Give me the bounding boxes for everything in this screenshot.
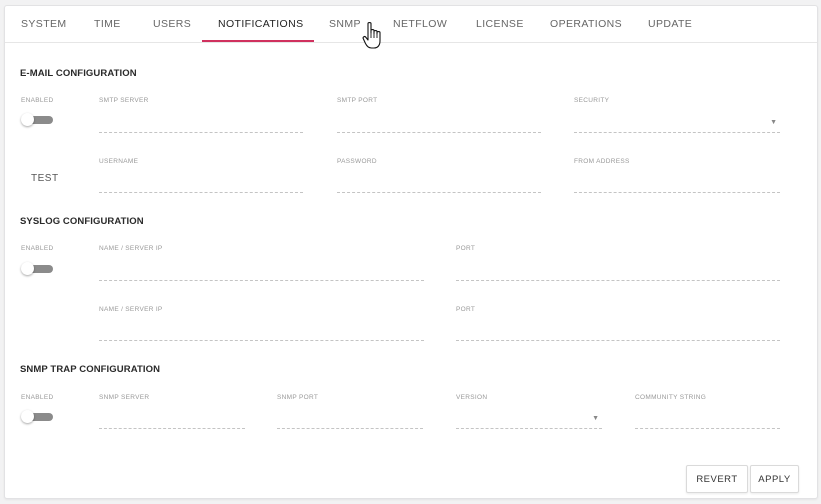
revert-button[interactable]: REVERT <box>686 465 748 493</box>
username-label: USERNAME <box>99 158 139 165</box>
tab-users[interactable]: USERS <box>153 18 191 30</box>
smtp-port-label: SMTP PORT <box>337 97 378 104</box>
password-label: PASSWORD <box>337 158 377 165</box>
security-label: SECURITY <box>574 97 610 104</box>
from-address-label: FROM ADDRESS <box>574 158 630 165</box>
syslog-section-title: SYSLOG CONFIGURATION <box>20 216 144 227</box>
syslog-server-1-label: NAME / SERVER IP <box>99 245 163 252</box>
username-input[interactable] <box>99 178 303 193</box>
syslog-enabled-label: ENABLED <box>21 245 54 252</box>
toggle-knob <box>21 410 34 423</box>
toggle-knob <box>21 113 34 126</box>
snmp-trap-enabled-toggle[interactable] <box>21 410 53 423</box>
syslog-port-1-input[interactable] <box>456 266 780 281</box>
community-string-label: COMMUNITY STRING <box>635 394 707 401</box>
syslog-port-2-label: PORT <box>456 306 476 313</box>
tab-update[interactable]: UPDATE <box>648 18 692 30</box>
syslog-port-2-input[interactable] <box>456 326 780 341</box>
tab-notifications[interactable]: NOTIFICATIONS <box>218 18 304 30</box>
smtp-port-input[interactable] <box>337 118 541 133</box>
tab-time[interactable]: TIME <box>94 18 121 30</box>
notifications-panel: SYSTEM TIME USERS NOTIFICATIONS SNMP NET… <box>4 5 818 499</box>
syslog-server-2-label: NAME / SERVER IP <box>99 306 163 313</box>
snmp-port-input[interactable] <box>277 414 423 429</box>
tab-bar: SYSTEM TIME USERS NOTIFICATIONS SNMP NET… <box>5 6 817 43</box>
email-test-button[interactable]: TEST <box>31 173 59 184</box>
tab-license[interactable]: LICENSE <box>476 18 524 30</box>
apply-button[interactable]: APPLY <box>750 465 799 493</box>
snmp-server-label: SNMP SERVER <box>99 394 150 401</box>
tab-snmp[interactable]: SNMP <box>329 18 361 30</box>
email-enabled-label: ENABLED <box>21 97 54 104</box>
from-address-input[interactable] <box>574 178 780 193</box>
snmp-trap-section-title: SNMP TRAP CONFIGURATION <box>20 364 161 375</box>
syslog-server-1-input[interactable] <box>99 266 424 281</box>
snmp-server-input[interactable] <box>99 414 245 429</box>
hand-pointer-icon <box>362 21 381 49</box>
tab-netflow[interactable]: NETFLOW <box>393 18 447 30</box>
snmp-trap-enabled-label: ENABLED <box>21 394 54 401</box>
version-select[interactable]: ▼ <box>456 414 602 429</box>
community-string-input[interactable] <box>635 414 780 429</box>
tab-system[interactable]: SYSTEM <box>21 18 67 30</box>
active-tab-indicator <box>202 40 314 42</box>
snmp-port-label: SNMP PORT <box>277 394 319 401</box>
tab-operations[interactable]: OPERATIONS <box>550 18 622 30</box>
email-enabled-toggle[interactable] <box>21 113 53 126</box>
password-input[interactable] <box>337 178 541 193</box>
security-select[interactable]: ▼ <box>574 118 780 133</box>
chevron-down-icon: ▼ <box>592 415 599 422</box>
syslog-port-1-label: PORT <box>456 245 476 252</box>
email-section-title: E-MAIL CONFIGURATION <box>20 68 137 79</box>
syslog-server-2-input[interactable] <box>99 326 424 341</box>
smtp-server-input[interactable] <box>99 118 303 133</box>
version-label: VERSION <box>456 394 488 401</box>
smtp-server-label: SMTP SERVER <box>99 97 149 104</box>
toggle-knob <box>21 262 34 275</box>
chevron-down-icon: ▼ <box>770 119 777 126</box>
syslog-enabled-toggle[interactable] <box>21 262 53 275</box>
